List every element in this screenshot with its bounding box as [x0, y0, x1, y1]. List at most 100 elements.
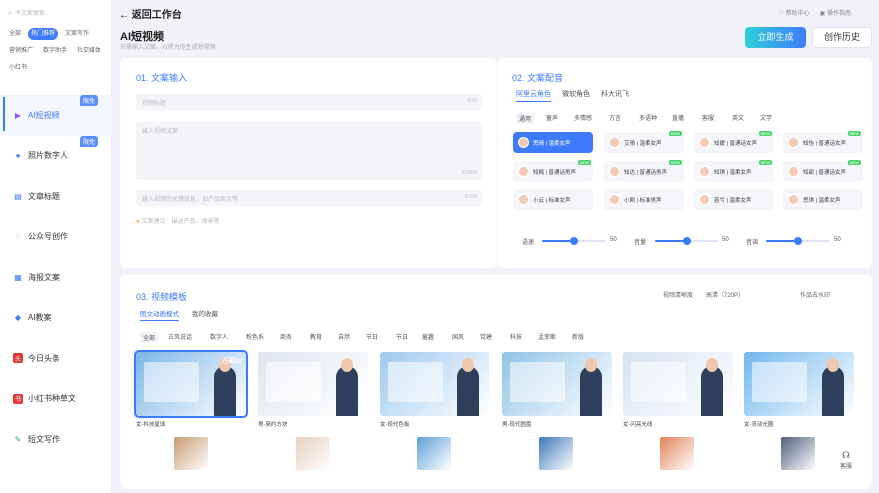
template-thumbnail[interactable] — [296, 437, 330, 470]
voice-card[interactable]: 知楠 | 普通话男声 NEW — [513, 160, 593, 182]
template-thumbnail[interactable] — [781, 437, 815, 470]
voice-card[interactable]: 思琪 | 温柔女声 — [783, 189, 863, 210]
voice-category[interactable]: 通用 — [516, 113, 535, 124]
presenter-head — [585, 358, 597, 372]
template-thumbnail[interactable] — [539, 437, 573, 470]
slider-knob[interactable] — [683, 237, 691, 245]
slider-knob[interactable] — [570, 237, 578, 245]
template-card[interactable] — [258, 352, 368, 416]
sidebar-item-label: 照片数字人 — [28, 151, 68, 161]
slider-knob[interactable] — [794, 237, 802, 245]
sidebar-tag[interactable]: 社交媒体 — [74, 45, 104, 57]
sidebar-item[interactable]: ✎ 短文写作 — [0, 419, 112, 460]
new-badge: NEW — [847, 160, 861, 165]
video-copy-textarea[interactable]: 输入视频文案 0/1000 — [136, 122, 482, 180]
voice-category[interactable]: 直播 — [672, 113, 684, 122]
template-thumbnail[interactable] — [660, 437, 694, 470]
keyinfo-input[interactable]: 输入视频的关键信息，如产品卖点等 0/100 — [136, 190, 482, 206]
template-category[interactable]: 国风 — [452, 332, 464, 341]
watermark-toggle[interactable]: 作品去水印 — [800, 290, 830, 299]
voice-category[interactable]: 英文 — [732, 113, 744, 122]
history-button[interactable]: 创作历史 — [812, 27, 872, 48]
sidebar-tag[interactable]: 全部 — [6, 28, 24, 40]
voice-avatar — [518, 137, 529, 148]
slider-track-2[interactable] — [766, 237, 830, 245]
template-category[interactable]: 教育 — [310, 332, 322, 341]
voice-card[interactable]: 小云 | 标准女声 — [513, 189, 593, 210]
back-button[interactable]: ← 返回工作台 — [119, 6, 182, 21]
voice-card[interactable]: 知怡 | 普通话女声 NEW — [783, 131, 863, 153]
voice-category[interactable]: 多语种 — [639, 113, 657, 122]
sidebar-item[interactable]: ▦ 海报文案 — [0, 257, 112, 298]
sidebar-tag[interactable]: 热门推荐 — [28, 28, 59, 40]
customer-service[interactable]: ☊ 客服 — [840, 450, 852, 470]
template-preview-image — [144, 362, 199, 402]
voice-category[interactable]: 童声 — [546, 113, 558, 122]
template-card[interactable] — [502, 352, 612, 416]
voice-card-label: 知琪 | 温柔女声 — [714, 169, 752, 176]
sidebar-item[interactable]: ● 照片数字人 限免 — [0, 135, 112, 177]
presenter-head — [462, 358, 474, 372]
template-card[interactable] — [623, 352, 733, 416]
guide-link[interactable]: ▣ 操作指南 — [820, 8, 851, 17]
template-card-label: 女-灵动光圈 — [744, 422, 774, 428]
template-category[interactable]: 商务 — [280, 332, 292, 341]
template-category[interactable]: 自然 — [338, 332, 350, 341]
help-link[interactable]: ♡ 帮助中心 — [779, 8, 810, 17]
template-category[interactable]: 数字人 — [210, 332, 228, 341]
template-thumbnail[interactable] — [417, 437, 451, 470]
slider-track-0[interactable] — [542, 237, 606, 245]
voice-source-tab[interactable]: 微软角色 — [562, 89, 590, 99]
sidebar-tag[interactable]: 数字助手 — [40, 45, 70, 57]
voice-card[interactable]: 思晴 | 温柔女声 — [513, 132, 593, 153]
sidebar-tag[interactable]: 营销推广 — [6, 45, 36, 57]
template-thumbnail[interactable] — [174, 437, 208, 470]
video-icon: ▶ — [14, 110, 22, 120]
slider-value: 50 — [722, 237, 729, 243]
sidebar-item[interactable]: ▶ AI短视频 限免 — [0, 95, 112, 136]
voice-category[interactable]: 方言 — [609, 113, 621, 122]
template-category[interactable]: 童趣 — [422, 332, 434, 341]
sidebar-tag[interactable]: 文案写作 — [62, 28, 92, 40]
voice-card[interactable]: 知琪 | 温柔女声 NEW — [694, 160, 774, 182]
sidebar-search[interactable]: ⌕ 今文案搜索 — [8, 8, 45, 18]
voice-card[interactable]: 知媛 | 普通话女声 NEW — [694, 131, 774, 153]
template-category[interactable]: 全部 — [140, 332, 159, 343]
help-link-label: 帮助中心 — [785, 11, 810, 17]
video-title-input[interactable]: 视频标题 0/30 — [136, 94, 482, 110]
quality-select[interactable]: 高清（720P） — [706, 290, 744, 299]
template-category[interactable]: 节日 — [366, 332, 378, 341]
template-tab[interactable]: 我的收藏 — [192, 308, 218, 318]
template-category[interactable]: 新版 — [572, 332, 584, 341]
template-category[interactable]: 古风说话 — [168, 332, 192, 341]
template-category[interactable]: 孟菲斯 — [538, 332, 556, 341]
template-card[interactable] — [744, 352, 854, 416]
template-category[interactable]: 党建 — [480, 332, 492, 341]
template-category[interactable]: 节日 — [396, 332, 408, 341]
voice-card[interactable]: 若兮 | 温柔女声 — [694, 189, 774, 210]
voice-card[interactable]: 小刚 | 标准男声 — [604, 189, 684, 210]
voice-card-label: 思晴 | 温柔女声 — [533, 140, 571, 147]
sidebar-tag[interactable]: 小红书 — [6, 62, 30, 74]
voice-category[interactable]: 客服 — [702, 113, 714, 122]
sidebar-item[interactable]: 书小红书种草文 — [0, 379, 112, 420]
voice-card[interactable]: 艾晴 | 温柔女声 NEW — [604, 131, 684, 153]
template-category[interactable]: 科技 — [510, 332, 522, 341]
voice-category[interactable]: 多情感 — [574, 113, 592, 122]
voice-source-tab[interactable]: 阿里云角色 — [516, 89, 551, 102]
voice-card[interactable]: 知达 | 普通话男声 NEW — [604, 160, 684, 182]
lightbulb-icon: ● — [136, 219, 140, 225]
sidebar-item[interactable]: ◌ 公众号创作 — [0, 217, 112, 258]
slider-track-1[interactable] — [655, 237, 719, 245]
template-category[interactable]: 粉色系 — [246, 332, 264, 341]
sidebar-item[interactable]: ◆ AI教案 — [0, 298, 112, 339]
template-card[interactable] — [380, 352, 489, 416]
sidebar-item[interactable]: ▤ 文章标题 — [0, 176, 112, 217]
voice-source-tab[interactable]: 科大讯飞 — [601, 89, 629, 99]
voice-category[interactable]: 文学 — [760, 113, 772, 122]
sidebar-item[interactable]: 头今日头条 — [0, 338, 112, 379]
template-card[interactable]: 万彩AI — [134, 350, 248, 418]
generate-button[interactable]: 立即生成 — [745, 27, 806, 48]
voice-card[interactable]: 知甜 | 普通话女声 NEW — [783, 160, 863, 182]
template-tab[interactable]: 图文动画模式 — [140, 308, 179, 321]
